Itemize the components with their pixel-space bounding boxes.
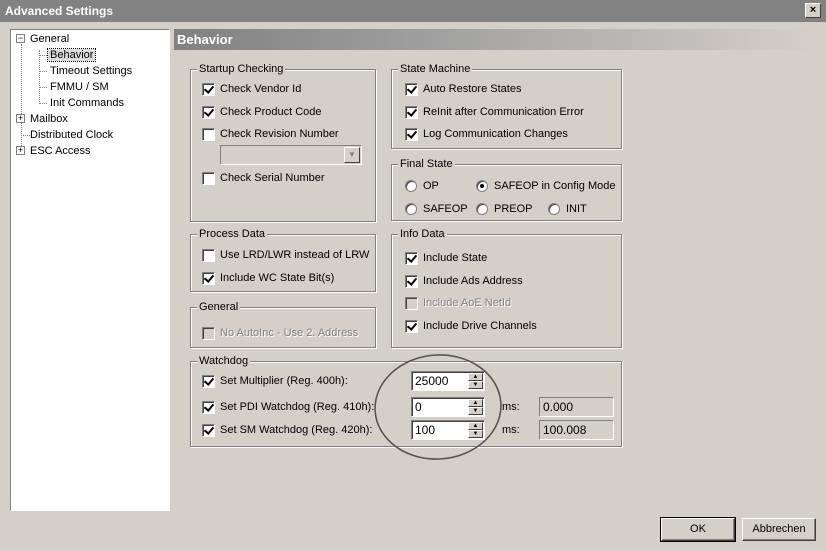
check-serial-number-label: Check Serial Number [220, 172, 325, 184]
radio-circle[interactable] [405, 203, 417, 215]
set-pdi-watchdog-label: Set PDI Watchdog (Reg. 410h): [220, 401, 375, 413]
info-data-group: Info Data Include State Include Ads Addr… [391, 227, 622, 348]
safeop-config-label: SAFEOP in Config Mode [494, 180, 616, 192]
spin-down-icon[interactable]: ▼ [468, 430, 483, 438]
tree-item-distributed-clock[interactable]: Distributed Clock [30, 128, 113, 142]
tree-item-behavior[interactable]: Behavior [46, 48, 97, 62]
process-data-legend: Process Data [197, 227, 268, 241]
log-comm-changes-label: Log Communication Changes [423, 128, 568, 140]
info-data-legend: Info Data [398, 227, 447, 241]
sm-readout: 100.008 [539, 420, 614, 440]
checkbox-box[interactable] [202, 249, 215, 262]
tree-item-fmmu-sm[interactable]: FMMU / SM [50, 80, 109, 94]
sm-watchdog-value[interactable]: 100 [415, 423, 435, 438]
tree-item-init-commands[interactable]: Init Commands [50, 96, 124, 110]
checkbox-box[interactable] [202, 83, 215, 96]
general-legend: General [197, 300, 241, 314]
checkbox-box[interactable] [202, 401, 215, 414]
radio-circle[interactable] [476, 180, 488, 192]
radio-circle[interactable] [476, 203, 488, 215]
spin-up-icon[interactable]: ▲ [468, 373, 483, 381]
reinit-after-error-label: ReInit after Communication Error [423, 106, 584, 118]
sm-unit-label: ms: [502, 424, 520, 436]
spin-down-icon[interactable]: ▼ [468, 381, 483, 389]
spin-down-icon[interactable]: ▼ [468, 407, 483, 415]
checkbox-box[interactable] [405, 275, 418, 288]
state-machine-group: State Machine Auto Restore States ReInit… [391, 62, 622, 149]
no-autoinc-label: No AutoInc - Use 2. Address [220, 327, 359, 339]
expand-general-icon[interactable]: − [16, 34, 25, 43]
checkbox-box [405, 297, 418, 310]
multiplier-spinner[interactable]: 25000 ▲ ▼ [411, 371, 485, 391]
checkbox-box[interactable] [405, 252, 418, 265]
sm-watchdog-spinner[interactable]: 100 ▲ ▼ [411, 420, 485, 440]
include-ads-address-label: Include Ads Address [423, 275, 523, 287]
checkbox-box[interactable] [202, 128, 215, 141]
pdi-watchdog-spinner[interactable]: 0 ▲ ▼ [411, 397, 485, 417]
final-state-legend: Final State [398, 157, 455, 171]
watchdog-legend: Watchdog [197, 354, 251, 368]
auto-restore-states-label: Auto Restore States [423, 83, 522, 95]
ok-button[interactable]: OK [660, 517, 736, 542]
use-lrd-lwr-label: Use LRD/LWR instead of LRW [220, 249, 370, 261]
set-multiplier-label: Set Multiplier (Reg. 400h): [220, 375, 348, 387]
tree-item-timeout-settings[interactable]: Timeout Settings [50, 64, 132, 78]
include-wc-state-label: Include WC State Bit(s) [220, 272, 335, 284]
checkbox-box[interactable] [202, 272, 215, 285]
checkbox-box [202, 327, 215, 340]
multiplier-value[interactable]: 25000 [415, 374, 448, 389]
expand-mailbox-icon[interactable]: + [16, 114, 25, 123]
checkbox-box[interactable] [405, 83, 418, 96]
op-label: OP [423, 180, 439, 192]
startup-checking-group: Startup Checking Check Vendor Id Check P… [190, 62, 376, 222]
tree-item-esc-access[interactable]: ESC Access [30, 144, 91, 158]
advanced-settings-dialog: Advanced Settings × − General Behavior T… [0, 0, 826, 551]
state-machine-legend: State Machine [398, 62, 473, 76]
close-button[interactable]: × [805, 3, 821, 18]
title-bar: Advanced Settings × [0, 0, 826, 22]
chevron-down-icon[interactable]: ▼ [344, 147, 360, 163]
panel-title: Behavior [174, 29, 818, 50]
radio-circle[interactable] [548, 203, 560, 215]
pdi-readout: 0.000 [539, 397, 614, 417]
tree-item-mailbox[interactable]: Mailbox [30, 112, 68, 126]
startup-checking-legend: Startup Checking [197, 62, 286, 76]
tree-item-general[interactable]: General [30, 32, 69, 46]
spin-up-icon[interactable]: ▲ [468, 422, 483, 430]
check-vendor-id-label: Check Vendor Id [220, 83, 302, 95]
general-group: General No AutoInc - Use 2. Address [190, 300, 376, 348]
include-aoe-netid-label: Include AoE NetId [423, 297, 512, 309]
window-title: Advanced Settings [5, 4, 114, 18]
cancel-button[interactable]: Abbrechen [742, 518, 816, 541]
radio-circle[interactable] [405, 180, 417, 192]
init-label: INIT [566, 203, 587, 215]
safeop-label: SAFEOP [423, 203, 468, 215]
preop-label: PREOP [494, 203, 533, 215]
pdi-spin-buttons[interactable]: ▲ ▼ [468, 399, 483, 415]
multiplier-spin-buttons[interactable]: ▲ ▼ [468, 373, 483, 389]
tree-item-behavior-label: Behavior [46, 48, 97, 62]
check-product-code-label: Check Product Code [220, 106, 322, 118]
checkbox-box[interactable] [405, 106, 418, 119]
revision-combo[interactable]: ▼ [220, 145, 362, 165]
check-revision-number-label: Check Revision Number [220, 128, 339, 140]
checkbox-box[interactable] [405, 320, 418, 333]
checkbox-box[interactable] [202, 375, 215, 388]
checkbox-box[interactable] [202, 106, 215, 119]
pdi-unit-label: ms: [502, 401, 520, 413]
checkbox-box[interactable] [202, 424, 215, 437]
spin-up-icon[interactable]: ▲ [468, 399, 483, 407]
watchdog-group: Watchdog Set Multiplier (Reg. 400h): 250… [190, 354, 622, 447]
checkbox-box[interactable] [202, 172, 215, 185]
pdi-watchdog-value[interactable]: 0 [415, 400, 422, 415]
sm-spin-buttons[interactable]: ▲ ▼ [468, 422, 483, 438]
include-state-label: Include State [423, 252, 488, 264]
set-sm-watchdog-label: Set SM Watchdog (Reg. 420h): [220, 424, 373, 436]
checkbox-box[interactable] [405, 128, 418, 141]
expand-esc-access-icon[interactable]: + [16, 146, 25, 155]
include-drive-channels-label: Include Drive Channels [423, 320, 537, 332]
final-state-group: Final State OP SAFEOP in Config Mode SAF… [391, 157, 622, 221]
process-data-group: Process Data Use LRD/LWR instead of LRW … [190, 227, 376, 292]
settings-tree[interactable]: − General Behavior Timeout Settings FMMU… [10, 29, 170, 511]
